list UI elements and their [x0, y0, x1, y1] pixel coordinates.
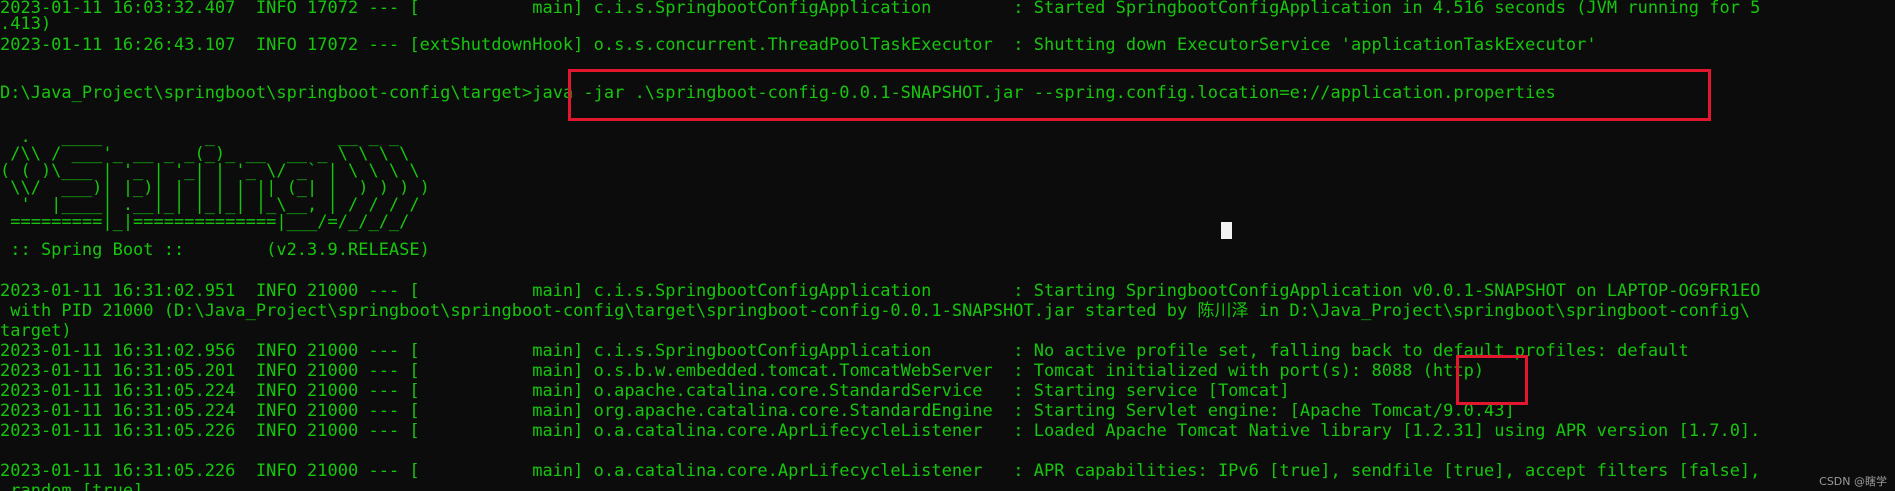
log-line: target): [0, 321, 72, 341]
log-line: 2023-01-11 16:31:02.951 INFO 21000 --- […: [0, 281, 1761, 301]
terminal-window[interactable]: 2023-01-11 16:03:32.407 INFO 17072 --- […: [0, 0, 1895, 491]
command-text[interactable]: java -jar .\springboot-config-0.0.1-SNAP…: [532, 83, 1556, 103]
log-line: 2023-01-11 16:31:05.201 INFO 21000 --- […: [0, 361, 1485, 381]
text-cursor: [1221, 222, 1232, 239]
log-line: 2023-01-11 16:31:05.224 INFO 21000 --- […: [0, 401, 1515, 421]
log-line: 2023-01-11 16:31:05.226 INFO 21000 --- […: [0, 421, 1761, 441]
log-line: 2023-01-11 16:31:02.956 INFO 21000 --- […: [0, 341, 1689, 361]
log-line: .413): [0, 14, 52, 34]
log-line: 2023-01-11 16:26:43.107 INFO 17072 --- […: [0, 35, 1597, 55]
spring-boot-version: :: Spring Boot :: (v2.3.9.RELEASE): [0, 240, 430, 260]
log-line: 2023-01-11 16:31:05.226 INFO 21000 --- […: [0, 461, 1761, 481]
log-line: 2023-01-11 16:03:32.407 INFO 17072 --- […: [0, 0, 1761, 18]
spring-banner-line: =========|_|==============|___/=/_/_/_/: [0, 212, 410, 232]
log-line: with PID 21000 (D:\Java_Project\springbo…: [0, 301, 1750, 321]
log-line: random [true].: [0, 481, 154, 491]
command-line: D:\Java_Project\springboot\springboot-co…: [0, 83, 1556, 103]
shell-prompt: D:\Java_Project\springboot\springboot-co…: [0, 83, 533, 103]
csdn-watermark: CSDN @瞎学: [1819, 475, 1887, 488]
log-line: 2023-01-11 16:31:05.224 INFO 21000 --- […: [0, 381, 1290, 401]
